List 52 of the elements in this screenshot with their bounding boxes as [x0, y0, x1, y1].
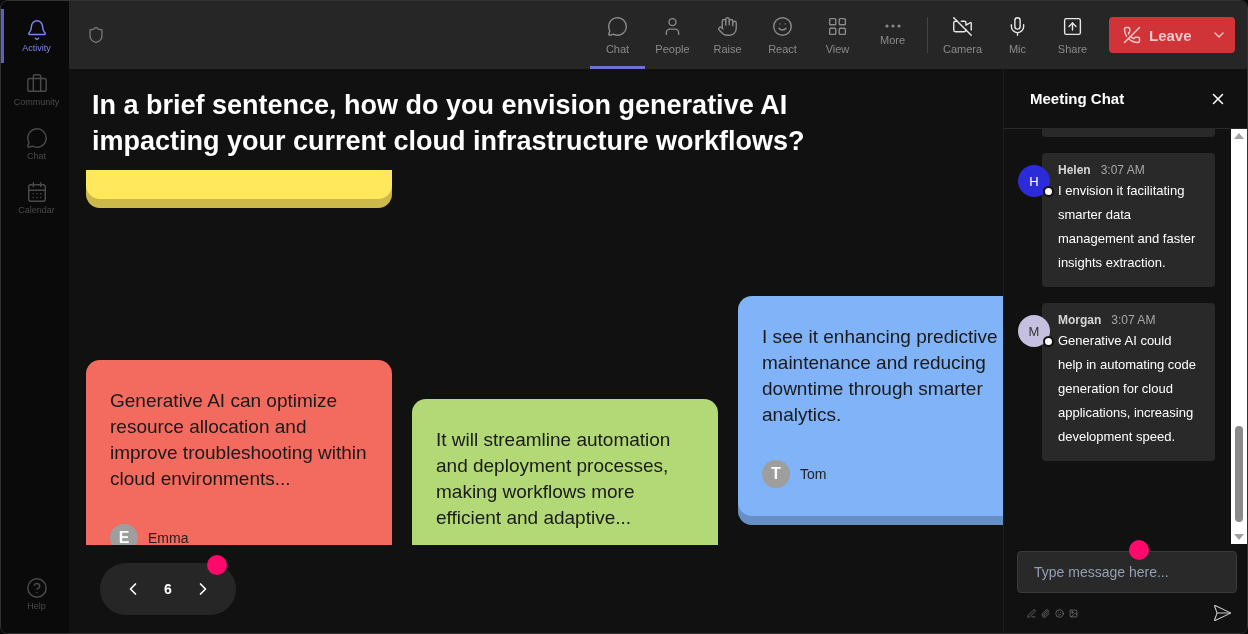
- leave-button[interactable]: Leave: [1109, 17, 1235, 53]
- pointer-dot: [207, 555, 227, 575]
- send-icon: [1212, 603, 1232, 623]
- smiley-icon[interactable]: [1055, 608, 1064, 618]
- pen-icon[interactable]: [1027, 608, 1036, 618]
- sender-name: Helen: [1058, 163, 1091, 177]
- camera-off-icon: [952, 15, 973, 37]
- toolbar-button[interactable]: React: [755, 1, 810, 69]
- toolbar-button[interactable]: Raise: [700, 1, 755, 69]
- note-text: It will streamline automation and deployment processes, making workflows more efficient and adaptive...: [436, 427, 672, 530]
- scrollbar[interactable]: [1231, 129, 1247, 544]
- sidebar-item[interactable]: Calendar: [1, 171, 69, 225]
- more-icon: [884, 24, 901, 28]
- grid-icon: [827, 15, 848, 37]
- chat-title: Meeting Chat: [1030, 90, 1125, 107]
- hang-up-icon: [1123, 26, 1141, 44]
- toolbar-button[interactable]: Mic: [990, 1, 1045, 69]
- message-text: I envision it facilitating smarter data management and faster insights extraction.: [1058, 182, 1197, 272]
- pointer-dot: [1129, 540, 1149, 560]
- bell-icon: [25, 19, 48, 41]
- toolbar-button[interactable]: View: [810, 1, 865, 69]
- smiley-icon: [772, 15, 793, 37]
- image-icon[interactable]: [1069, 608, 1078, 618]
- sidebar-item[interactable]: Community: [1, 63, 69, 117]
- message-text: Generative AI could help in automating code generation for cloud applications, increasing development speed.: [1058, 332, 1198, 446]
- author-name: Tom: [800, 465, 827, 482]
- chat-icon: [607, 15, 628, 37]
- author-avatar: E: [110, 523, 138, 545]
- hand-icon: [717, 15, 738, 37]
- message-time: 3:07 AM: [1100, 163, 1145, 177]
- help-icon: [25, 577, 48, 599]
- author-name: Emma: [148, 529, 189, 545]
- paperclip-icon[interactable]: [1041, 608, 1050, 618]
- sender-name: Morgan: [1058, 313, 1102, 327]
- sidebar-item[interactable]: Chat: [1, 117, 69, 171]
- note-text: Generative AI can optimize resource allocation and improve troubleshooting within cloud environments...: [110, 388, 368, 491]
- shield-icon[interactable]: [87, 26, 105, 44]
- briefcase-icon: [25, 73, 48, 95]
- chat-icon: [25, 127, 48, 149]
- message-time: 3:07 AM: [1111, 313, 1156, 327]
- toolbar-button[interactable]: Share: [1045, 1, 1100, 69]
- page-number: 6: [164, 581, 172, 597]
- toolbar-button[interactable]: People: [645, 1, 700, 69]
- note-text: I see it enhancing predictive maintenance and reducing downtime through smarter analytics.: [762, 324, 999, 427]
- calendar-icon: [25, 181, 48, 203]
- message-input[interactable]: Type message here...: [1017, 551, 1237, 593]
- author-avatar: T: [762, 459, 790, 488]
- question-title: In a brief sentence, how do you envision generative AI impacting your current cloud infrastructure workflows?: [91, 89, 806, 158]
- toolbar-button[interactable]: Camera: [935, 1, 990, 69]
- share-icon: [1062, 15, 1083, 37]
- sidebar-item[interactable]: Help: [1, 567, 69, 621]
- toolbar-button[interactable]: More: [865, 1, 920, 69]
